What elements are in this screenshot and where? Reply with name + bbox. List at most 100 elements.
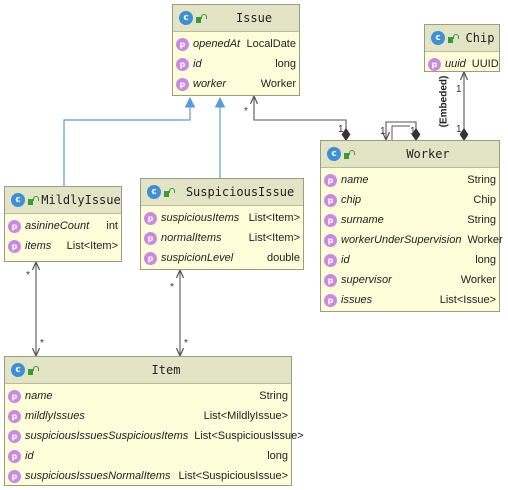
field-row[interactable]: p suspiciousIssuesNormalItems List<Suspici… [8, 466, 288, 486]
field-name: suspiciousItems [161, 212, 240, 224]
property-p-icon: p [428, 57, 441, 71]
field-type: long [475, 254, 496, 266]
class-header: c Chip [425, 25, 499, 52]
field-name: supervisor [341, 274, 392, 286]
field-name: suspiciousIssuesNormalItems [25, 470, 171, 482]
class-header: c Worker [321, 141, 499, 168]
field-row[interactable]: p supervisor Worker [324, 270, 496, 290]
multiplicity-worker-self-one-a: 1 [380, 126, 386, 137]
class-issue[interactable]: c Issue p openedAt LocalDate p id long p worker… [172, 4, 300, 96]
field-row[interactable]: p suspiciousIssuesSuspiciousItems List<Sus… [8, 426, 304, 446]
inheritance-mildlyissue-issue [63, 96, 196, 186]
field-row[interactable]: p mildlyIssues List<MildlyIssue> [8, 406, 288, 426]
field-name: suspiciousIssuesSuspiciousItems [25, 430, 189, 442]
lock-icon [196, 13, 207, 23]
field-type: Worker [260, 78, 296, 90]
multiplicity-suspicious-star: * [170, 282, 174, 293]
field-row[interactable]: p surname String [324, 210, 496, 230]
field-row[interactable]: p openedAt LocalDate [176, 34, 296, 54]
field-name: id [193, 58, 202, 70]
property-p-icon: p [8, 219, 21, 233]
field-row[interactable]: p issues List<Issue> [324, 290, 496, 310]
field-name: surname [341, 214, 384, 226]
class-chip[interactable]: c Chip p uuid UUID [424, 24, 500, 72]
property-p-icon: p [176, 77, 189, 91]
field-type: LocalDate [246, 38, 296, 50]
class-suspiciousissue[interactable]: c SuspiciousIssue p suspiciousItems List<I… [140, 178, 304, 270]
field-list: p uuid UUID [425, 52, 499, 76]
field-row[interactable]: p name String [8, 386, 288, 406]
field-name: asinineCount [25, 220, 90, 232]
field-name: workerUnderSupervision [341, 234, 462, 246]
field-name: worker [193, 78, 227, 90]
property-p-icon: p [8, 449, 21, 463]
field-type: String [467, 214, 496, 226]
field-type: Worker [460, 274, 496, 286]
field-row[interactable]: p worker Worker [176, 74, 296, 94]
class-header: c Issue [173, 5, 299, 32]
field-name: id [341, 254, 350, 266]
field-row[interactable]: p chip Chip [324, 190, 496, 210]
multiplicity-chip-one-top: 1 [456, 84, 462, 95]
lock-icon [448, 33, 459, 43]
class-title: MildlyIssue [41, 193, 121, 207]
class-mildlyissue[interactable]: c MildlyIssue p asinineCount int p items List… [4, 186, 122, 262]
field-type: List<SuspiciousIssue> [194, 430, 304, 442]
property-p-icon: p [8, 469, 21, 483]
field-type: UUID [471, 58, 499, 70]
field-row[interactable]: p asinineCount int [8, 216, 118, 236]
class-c-icon: c [11, 193, 25, 207]
field-row[interactable]: p items List<Item> [8, 236, 118, 256]
field-row[interactable]: p normalItems List<Item> [144, 228, 300, 248]
field-row[interactable]: p uuid UUID [428, 54, 499, 74]
class-title: Worker [406, 147, 450, 161]
class-title: Item [151, 363, 181, 377]
property-p-icon: p [8, 409, 21, 423]
multiplicity-mildly-star: * [26, 270, 30, 281]
field-list: p asinineCount int p items List<Item> [5, 214, 121, 258]
field-list: p suspiciousItems List<Item> p normalItems Li… [141, 206, 303, 270]
multiplicity-chip-one-bottom: 1 [456, 124, 462, 135]
field-name: openedAt [193, 38, 241, 50]
field-type: String [467, 174, 496, 186]
field-name: uuid [445, 58, 466, 70]
field-row[interactable]: p id long [8, 446, 288, 466]
field-row[interactable]: p id long [324, 250, 496, 270]
field-row[interactable]: p suspiciousItems List<Item> [144, 208, 300, 228]
field-row[interactable]: p workerUnderSupervision Worker [324, 230, 503, 250]
property-p-icon: p [144, 251, 157, 265]
property-p-icon: p [324, 233, 337, 247]
class-title: Chip [465, 31, 495, 45]
property-p-icon: p [324, 293, 337, 307]
property-p-icon: p [8, 429, 21, 443]
field-type: long [275, 58, 296, 70]
class-c-icon: c [327, 147, 341, 161]
association-issue-worker [254, 96, 346, 140]
field-name: mildlyIssues [25, 410, 85, 422]
field-type: double [266, 252, 300, 264]
field-name: name [341, 174, 369, 186]
field-type: long [267, 450, 288, 462]
field-row[interactable]: p suspicionLevel double [144, 248, 300, 268]
lock-icon [164, 187, 175, 197]
field-type: List<MildlyIssue> [203, 410, 288, 422]
field-type: int [106, 220, 118, 232]
property-p-icon: p [144, 211, 157, 225]
property-p-icon: p [324, 193, 337, 207]
class-header: c SuspiciousIssue [141, 179, 303, 206]
property-p-icon: p [324, 213, 337, 227]
field-row[interactable]: p name String [324, 170, 496, 190]
property-p-icon: p [8, 239, 21, 253]
field-list: p name String p mildlyIssues List<MildlyIssue… [5, 384, 304, 488]
field-list: p openedAt LocalDate p id long p worker Worker [173, 32, 299, 96]
field-row[interactable]: p id long [176, 54, 296, 74]
class-item[interactable]: c Item p name String p mildlyIssues List<Mild… [4, 356, 304, 488]
class-c-icon: c [431, 31, 445, 45]
class-c-icon: c [11, 363, 25, 377]
multiplicity-mildly-item-star: * [40, 338, 44, 349]
property-p-icon: p [324, 173, 337, 187]
class-c-icon: c [147, 185, 161, 199]
field-name: suspicionLevel [161, 252, 234, 264]
class-worker[interactable]: c Worker p name String p chip Chip p surname Str… [320, 140, 503, 312]
property-p-icon: p [324, 273, 337, 287]
